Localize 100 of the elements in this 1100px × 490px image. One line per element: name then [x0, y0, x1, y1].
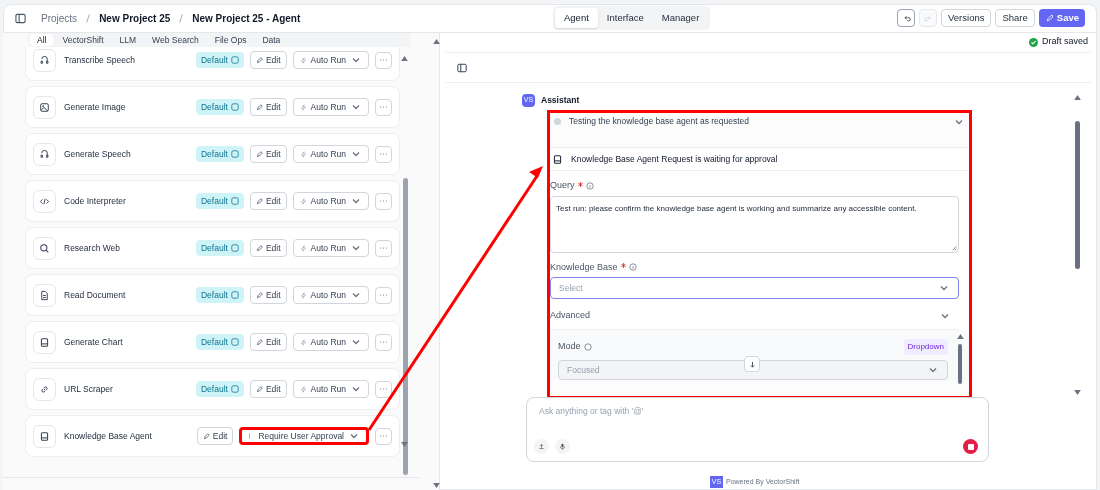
sender-name: Assistant	[541, 94, 580, 107]
tool-name: Code Interpreter	[64, 194, 127, 208]
scroll-down-button[interactable]	[744, 356, 760, 372]
filter-tab[interactable]: VectorShift	[55, 34, 111, 46]
edit-icon	[255, 338, 263, 346]
breadcrumb-link[interactable]: New Project 25	[99, 10, 171, 26]
edit-button[interactable]: Edit	[249, 98, 287, 116]
edit-icon	[255, 150, 263, 158]
breadcrumb-link[interactable]: Projects	[41, 10, 78, 26]
tool-name: Read Document	[64, 288, 127, 302]
run-mode-dropdown[interactable]: Auto Run	[292, 145, 369, 163]
info-icon	[230, 56, 239, 64]
view-tab[interactable]: Manager	[652, 7, 709, 29]
edit-icon	[255, 197, 263, 205]
scroll-up-arrow-icon[interactable]	[433, 39, 440, 44]
info-icon	[230, 291, 239, 299]
edit-button[interactable]: Edit	[249, 51, 287, 69]
link-icon	[39, 383, 50, 395]
run-mode-dropdown[interactable]: Auto Run	[292, 333, 369, 351]
tool-name: URL Scraper	[64, 382, 114, 396]
run-mode-dropdown[interactable]: Auto Run	[292, 51, 369, 69]
filter-tab[interactable]: Web Search	[145, 34, 206, 46]
edit-icon	[255, 103, 263, 111]
edit-icon	[255, 56, 263, 64]
query-textarea[interactable]: Test run: please confirm the knowledge base agent is working and summarize any accessible content.	[550, 195, 959, 253]
default-badge: Default	[195, 99, 244, 115]
default-badge: Default	[195, 287, 244, 303]
default-badge: Default	[195, 381, 244, 397]
scroll-down-arrow-icon[interactable]	[1074, 390, 1081, 395]
filter-tab[interactable]: All	[30, 34, 54, 46]
versions-button[interactable]: Versions	[941, 9, 992, 27]
edit-button[interactable]: Edit	[196, 427, 234, 445]
bolt-icon	[299, 103, 307, 111]
headphones-icon	[39, 148, 50, 160]
info-icon	[585, 181, 594, 190]
run-mode-dropdown[interactable]: Auto Run	[292, 239, 369, 257]
scroll-down-arrow-icon[interactable]	[433, 483, 440, 488]
edit-button[interactable]: Edit	[249, 333, 287, 351]
tool-name: Generate Image	[64, 100, 127, 114]
save-status: Draft saved	[1041, 35, 1088, 49]
run-mode-dropdown[interactable]: Require User Approval	[239, 427, 369, 445]
bolt-icon	[299, 338, 307, 346]
step-summary: Testing the knowledge base agent as requested	[569, 115, 751, 128]
view-tab[interactable]: Interface	[597, 7, 653, 29]
filter-tab[interactable]: LLM	[112, 34, 144, 46]
tool-name: Generate Speech	[64, 147, 132, 161]
bolt-icon	[299, 56, 307, 64]
edit-icon	[255, 291, 263, 299]
scroll-up-arrow-icon[interactable]	[957, 334, 964, 339]
edit-button[interactable]: Edit	[249, 239, 287, 257]
book-icon	[39, 430, 50, 442]
field-label: Knowledge Base	[550, 260, 618, 274]
tool-name: Research Web	[64, 241, 122, 255]
info-icon	[230, 197, 239, 205]
check-circle-icon	[1028, 37, 1038, 47]
search-icon	[39, 242, 50, 254]
resize-handle-icon[interactable]	[951, 244, 957, 251]
run-mode-dropdown[interactable]: Auto Run	[292, 192, 369, 210]
run-mode-dropdown[interactable]: Auto Run	[292, 286, 369, 304]
info-icon	[628, 263, 637, 272]
advanced-section-toggle[interactable]: Advanced	[550, 308, 591, 323]
edit-icon	[255, 385, 263, 393]
default-badge: Default	[195, 52, 244, 68]
more-button[interactable]	[375, 380, 392, 398]
edit-button[interactable]: Edit	[249, 286, 287, 304]
edit-button[interactable]: Edit	[249, 192, 287, 210]
sidebar-toggle-icon[interactable]	[15, 12, 26, 24]
edit-button[interactable]: Edit	[249, 380, 287, 398]
run-mode-dropdown[interactable]: Auto Run	[292, 380, 369, 398]
panel-toggle-icon[interactable]	[457, 62, 467, 73]
save-button[interactable]: Save	[1038, 9, 1085, 27]
info-icon	[230, 150, 239, 158]
bolt-icon	[299, 197, 307, 205]
edit-button[interactable]: Edit	[249, 145, 287, 163]
share-button[interactable]: Share	[995, 9, 1035, 27]
headphones-icon	[39, 54, 50, 66]
default-badge: Default	[195, 240, 244, 256]
tool-name: Knowledge Base Agent	[64, 429, 153, 443]
help-icon	[583, 343, 592, 351]
filter-tab[interactable]: Data	[255, 34, 288, 46]
type-badge: Dropdown	[903, 339, 948, 355]
upload-icon	[538, 443, 545, 450]
document-icon	[39, 289, 50, 301]
info-icon	[230, 385, 239, 393]
run-mode-dropdown[interactable]: Auto Run	[292, 98, 369, 116]
microphone-icon	[559, 443, 566, 450]
scroll-up-arrow-icon[interactable]	[401, 56, 408, 61]
scroll-up-arrow-icon[interactable]	[1074, 95, 1081, 100]
book-icon	[39, 336, 50, 348]
bar-icon	[248, 432, 252, 440]
default-badge: Default	[195, 193, 244, 209]
view-tab[interactable]: Agent	[555, 7, 598, 29]
undo-button[interactable]	[897, 9, 915, 27]
edit-icon	[202, 432, 210, 440]
breadcrumb-link[interactable]: New Project 25 - Agent	[192, 10, 301, 26]
field-label: Mode	[558, 340, 581, 354]
scroll-down-arrow-icon[interactable]	[401, 442, 408, 447]
tool-name: Generate Chart	[64, 335, 124, 349]
approval-title: Knowledge Base Agent Request is waiting for approval	[571, 152, 778, 166]
filter-tab[interactable]: File Ops	[207, 34, 254, 46]
